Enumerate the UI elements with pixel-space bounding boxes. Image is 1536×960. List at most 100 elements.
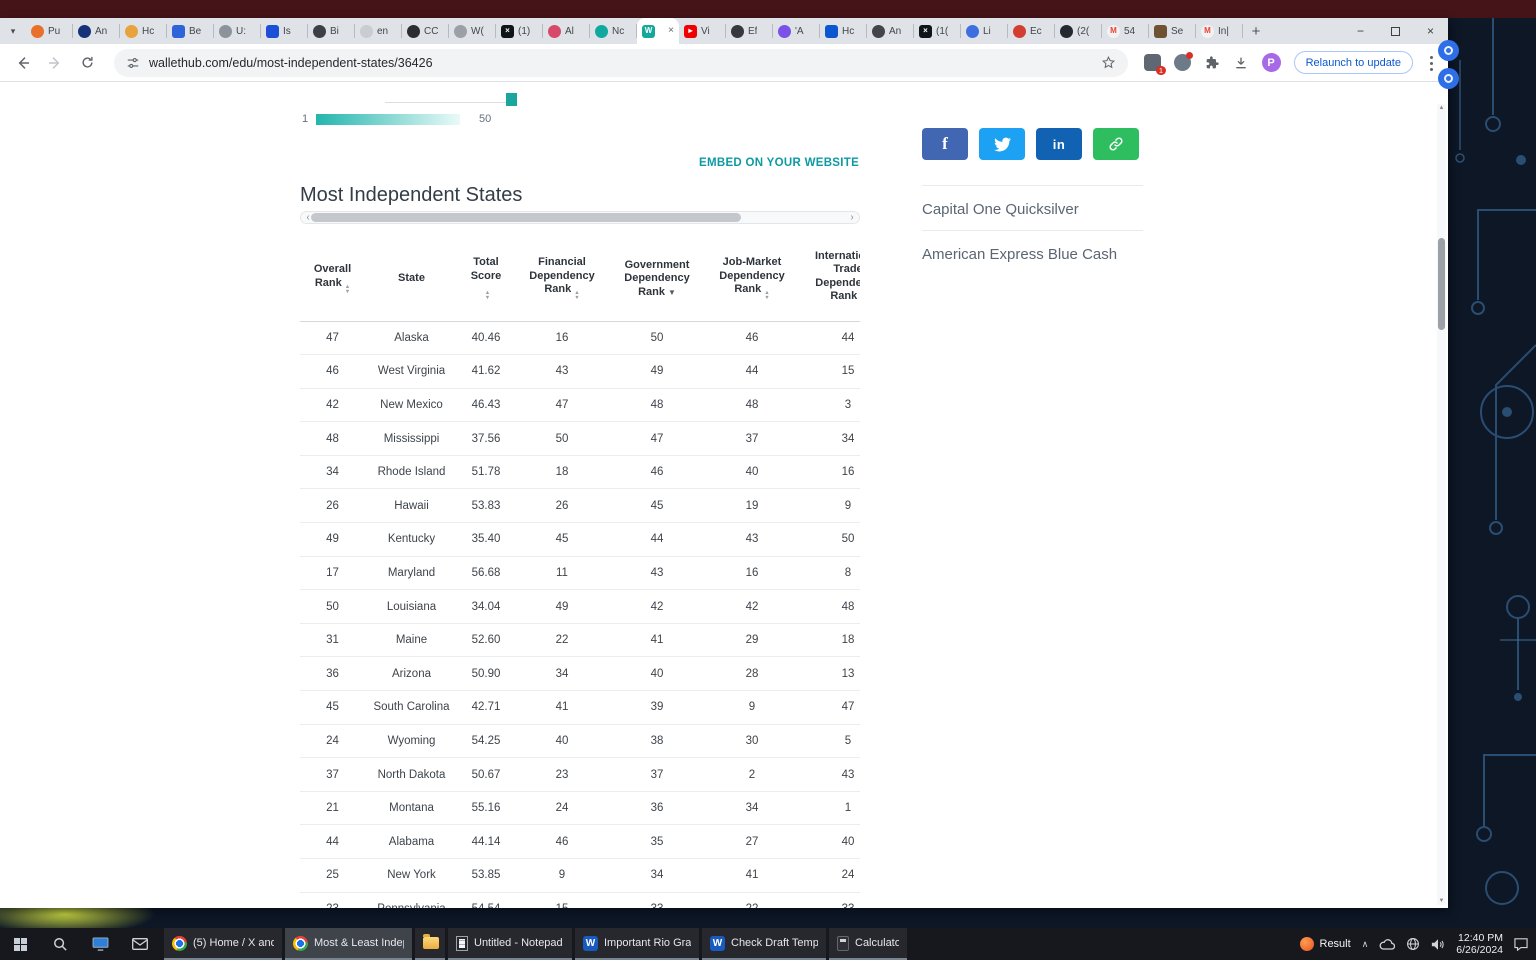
browser-tab[interactable]: ×(1) [496,18,543,44]
onedrive-tray-icon[interactable] [1379,939,1395,950]
sidebar-divider [922,230,1143,231]
browser-tab[interactable]: Bi [308,18,355,44]
browser-tab[interactable]: Is [261,18,308,44]
browser-tab[interactable]: CC [402,18,449,44]
horizontal-scrollbar-thumb[interactable] [311,213,741,222]
extension-icon[interactable]: 1 [1144,54,1161,71]
column-header-total_score[interactable]: TotalScore▲▼ [458,237,514,321]
downloads-button[interactable] [1233,55,1249,71]
forward-button[interactable] [42,50,68,76]
close-button[interactable]: × [1413,18,1448,44]
extension-icon-2[interactable] [1174,54,1191,71]
scroll-down-icon[interactable]: ▼ [1437,897,1446,905]
bookmark-button[interactable] [1101,55,1116,70]
browser-menu-kebab-icon[interactable] [1430,55,1434,71]
mail-button[interactable] [120,928,160,960]
browser-tab[interactable]: An [867,18,914,44]
browser-tab[interactable]: MIn| [1196,18,1243,44]
new-tab-button[interactable]: + [1243,18,1269,44]
browser-tab[interactable]: Nc [590,18,637,44]
clock[interactable]: 12:40 PM 6/26/2024 [1456,932,1503,956]
cell-overall_rank: 24 [300,724,365,758]
taskbar-app-chrome[interactable]: (5) Home / X and 1... [164,928,282,960]
browser-tab[interactable]: Li [961,18,1008,44]
network-tray-icon[interactable] [1406,937,1420,951]
browser-tab[interactable]: Pu [26,18,73,44]
browser-tab[interactable]: An [73,18,120,44]
browser-tab[interactable]: Ef [726,18,773,44]
browser-tab[interactable]: (2( [1055,18,1102,44]
cell-international_trade_dependency_rank: 50 [800,523,860,557]
task-view-button[interactable] [80,928,120,960]
hidden-icons-chevron[interactable]: ∧ [1362,939,1369,950]
column-header-state[interactable]: State [365,237,458,321]
taskbar-app-notepad[interactable]: Untitled - Notepad [448,928,572,960]
floating-widget-button[interactable] [1438,40,1459,61]
column-header-financial_dependency_rank[interactable]: FinancialDependencyRank▲▼ [514,237,610,321]
tab-favicon [1154,25,1167,38]
taskbar-search-button[interactable] [40,928,80,960]
reload-button[interactable] [74,50,100,76]
taskbar-app-calculator[interactable]: Calculator [829,928,907,960]
browser-tab[interactable]: U: [214,18,261,44]
tab-close-icon[interactable]: × [668,26,674,36]
relaunch-update-button[interactable]: Relaunch to update [1294,51,1413,74]
sidebar-link-capital-one[interactable]: Capital One Quicksilver [922,201,1079,218]
scroll-right-icon[interactable]: › [846,212,858,223]
back-button[interactable] [10,50,36,76]
taskbar-app-word[interactable]: WImportant Rio Gran... [575,928,699,960]
sidebar-link-amex[interactable]: American Express Blue Cash [922,246,1117,263]
tab-favicon [595,25,608,38]
facebook-share-button[interactable]: f [922,128,968,160]
tab-title: (2( [1077,26,1089,37]
column-header-government_dependency_rank[interactable]: GovernmentDependencyRank▼ [610,237,704,321]
browser-tab[interactable]: Hc [820,18,867,44]
vertical-scrollbar-thumb[interactable] [1438,238,1445,330]
page-vertical-scrollbar[interactable]: ▲ ▼ [1437,104,1446,905]
taskbar-app-explorer[interactable] [415,928,445,960]
browser-tab[interactable]: en [355,18,402,44]
cell-international_trade_dependency_rank: 13 [800,657,860,691]
cell-total_score: 44.14 [458,825,514,859]
embed-on-website-link[interactable]: EMBED ON YOUR WEBSITE [699,157,859,169]
table-horizontal-scrollbar[interactable]: ‹ › [300,211,860,224]
scroll-up-icon[interactable]: ▲ [1437,104,1446,112]
cell-financial_dependency_rank: 11 [514,556,610,590]
tab-search-icon[interactable]: ▾ [0,18,26,44]
desktop: ▾ PuAnHcBeU:IsBienCCW(×(1)AlNcW×▸ViEf'AH… [0,0,1536,960]
twitter-share-button[interactable] [979,128,1025,160]
taskbar: (5) Home / X and 1...Most & Least Indep.… [0,928,1536,960]
taskbar-app-word[interactable]: WCheck Draft Templa... [702,928,826,960]
cell-overall_rank: 31 [300,623,365,657]
browser-tab[interactable]: ▸Vi [679,18,726,44]
calculator-icon [837,936,849,951]
taskbar-app-chrome-active[interactable]: Most & Least Indep... [285,928,412,960]
cell-government_dependency_rank: 45 [610,489,704,523]
browser-tab[interactable]: Hc [120,18,167,44]
action-center-button[interactable] [1514,938,1528,951]
start-button[interactable] [0,928,40,960]
column-header-job_market_dependency_rank[interactable]: Job-MarketDependencyRank▲▼ [704,237,800,321]
browser-tab[interactable]: Ec [1008,18,1055,44]
browser-tab[interactable]: Se [1149,18,1196,44]
column-header-overall_rank[interactable]: OverallRank▲▼ [300,237,365,321]
volume-tray-icon[interactable] [1431,938,1445,951]
linkedin-share-button[interactable]: in [1036,128,1082,160]
minimize-button[interactable]: − [1343,18,1378,44]
url-bar[interactable]: wallethub.com/edu/most-independent-state… [114,49,1128,77]
browser-tab[interactable]: W( [449,18,496,44]
profile-avatar[interactable]: P [1262,53,1281,72]
browser-tab[interactable]: Al [543,18,590,44]
cell-international_trade_dependency_rank: 40 [800,825,860,859]
browser-tab-active[interactable]: W× [637,18,679,44]
browser-tab[interactable]: 'A [773,18,820,44]
browser-tab[interactable]: Be [167,18,214,44]
extensions-button[interactable] [1204,55,1220,71]
browser-tab[interactable]: M54 [1102,18,1149,44]
tray-result-widget[interactable]: Result [1300,937,1351,951]
browser-tab[interactable]: ×(1( [914,18,961,44]
floating-widget-button-2[interactable] [1438,68,1459,89]
maximize-button[interactable] [1378,18,1413,44]
column-header-international_trade_dependency_rank[interactable]: InternationalTradeDependencyRank▲▼ [800,237,860,321]
copy-link-share-button[interactable] [1093,128,1139,160]
